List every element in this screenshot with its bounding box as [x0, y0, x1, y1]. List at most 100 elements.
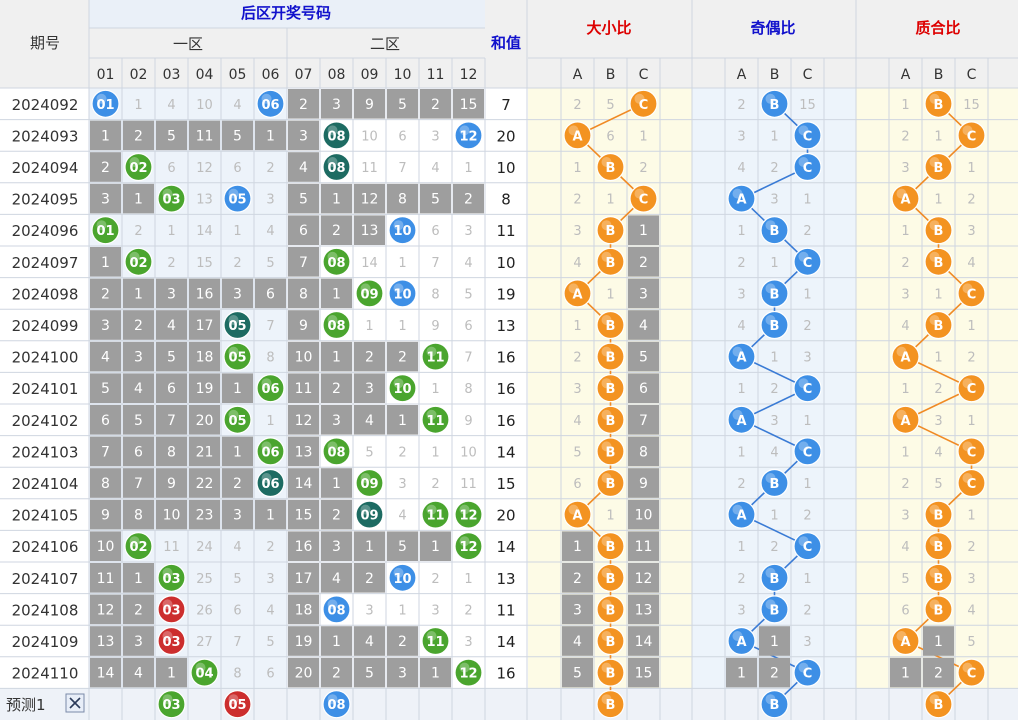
ratio-ball-text: A [736, 635, 746, 650]
sum-value: 16 [496, 380, 515, 398]
miss-value: 2 [134, 224, 142, 239]
cell-value: 7 [101, 444, 110, 460]
number-ball: 04 [190, 658, 219, 687]
ratio-ball: B [596, 310, 625, 340]
sum-value: 13 [496, 317, 515, 335]
ratio-title-parity: 奇偶比 [750, 19, 795, 37]
number-ball: 09 [355, 500, 384, 529]
miss-value: 3 [266, 193, 274, 208]
ratio-ball: A [727, 405, 756, 434]
close-x-icon[interactable] [65, 693, 85, 713]
cell-value: 2 [365, 350, 374, 366]
cell-value: 6 [266, 286, 275, 302]
ratio-ball-text: C [967, 445, 977, 460]
ratio-miss: 2 [737, 98, 745, 113]
cell-value: 2 [332, 223, 341, 239]
ratio-gray-value: 9 [639, 476, 648, 492]
miss-value: 3 [398, 477, 406, 492]
number-ball: 06 [256, 89, 285, 118]
cell-value: 12 [361, 192, 379, 208]
ratio-miss: 1 [770, 509, 778, 524]
sum-value: 7 [501, 96, 511, 114]
sum-value: 13 [496, 570, 515, 588]
ratio-miss: 3 [737, 129, 745, 144]
miss-value: 7 [464, 351, 472, 366]
ratio-ball-text: B [770, 98, 780, 113]
ratio-ball-text: B [770, 698, 780, 713]
predict-ball: 05 [223, 690, 252, 719]
cell-value: 17 [196, 318, 214, 334]
ratio-ball-text: B [934, 540, 944, 555]
cell-value: 4 [134, 666, 143, 682]
cell-value: 1 [101, 128, 110, 144]
ratio-ball-text: A [572, 129, 582, 144]
ratio-miss: 1 [967, 161, 975, 176]
cell-value: 3 [365, 381, 374, 397]
ratio-miss: 1 [901, 382, 909, 397]
ratio-gray-value: 2 [639, 255, 648, 271]
ratio-miss: 2 [770, 161, 778, 176]
miss-value: 2 [233, 256, 241, 271]
ratio-ball: B [924, 152, 953, 182]
period-2024105: 2024105 [12, 507, 79, 525]
ratio-gray-value: 2 [770, 666, 779, 682]
miss-value: 5 [365, 445, 373, 460]
miss-value: 3 [464, 224, 472, 239]
miss-value: 3 [431, 603, 439, 618]
ratio-ball: B [596, 690, 625, 719]
cell-value: 5 [299, 192, 308, 208]
number-ball-text: 05 [228, 193, 246, 208]
column-header-07: 07 [295, 67, 313, 83]
ratio-ball-text: B [606, 667, 616, 682]
sum-value: 20 [496, 507, 515, 525]
ratio-miss: 2 [803, 509, 811, 524]
ratio-ball: B [924, 216, 953, 245]
number-ball: 11 [421, 500, 450, 529]
miss-value: 9 [431, 319, 439, 334]
cell-value: 5 [167, 128, 176, 144]
number-ball-text: 05 [228, 351, 246, 366]
sum-value: 11 [496, 222, 515, 240]
cell-value: 6 [167, 381, 176, 397]
ratio-miss: 3 [967, 224, 975, 239]
miss-value: 1 [464, 161, 472, 176]
ratio-miss: 1 [803, 287, 811, 302]
cell-value: 2 [365, 571, 374, 587]
ratio-miss: 1 [901, 224, 909, 239]
ratio-miss: 3 [803, 351, 811, 366]
ratio-miss: 4 [934, 445, 942, 460]
number-ball-text: 06 [261, 382, 279, 397]
ratio-ball: B [760, 690, 789, 719]
cell-value: 6 [134, 444, 143, 460]
ratio-ball: B [924, 532, 953, 561]
miss-value: 9 [464, 414, 472, 429]
ratio-ball-text: C [803, 445, 813, 460]
cell-value: 11 [97, 571, 115, 587]
ratio-ball: B [596, 374, 625, 403]
ratio-ball: B [596, 532, 625, 561]
zone2-label: 二区 [370, 35, 400, 53]
period-2024099: 2024099 [12, 317, 79, 335]
number-ball: 09 [355, 468, 384, 498]
ratio-sub-header-B: B [606, 67, 616, 83]
ratio-ball: B [760, 89, 789, 118]
ratio-miss: 1 [803, 193, 811, 208]
number-ball: 10 [388, 374, 417, 403]
ratio-ball: A [891, 405, 920, 434]
ratio-ball: C [793, 152, 822, 182]
miss-value: 6 [233, 603, 241, 618]
cell-value: 8 [398, 192, 407, 208]
ratio-ball-text: B [606, 351, 616, 366]
ratio-miss: 1 [901, 445, 909, 460]
ratio-sub-header-A: A [573, 67, 583, 83]
ratio-ball: A [727, 500, 756, 529]
ratio-miss: 2 [770, 540, 778, 555]
cell-value: 15 [460, 97, 478, 113]
cell-value: 1 [332, 350, 341, 366]
miss-value: 5 [464, 287, 472, 302]
predict-ball: 03 [157, 690, 186, 719]
miss-value: 1 [431, 445, 439, 460]
cell-value: 1 [365, 539, 374, 555]
ratio-ball-text: B [606, 445, 616, 460]
number-ball-text: 10 [393, 224, 411, 239]
